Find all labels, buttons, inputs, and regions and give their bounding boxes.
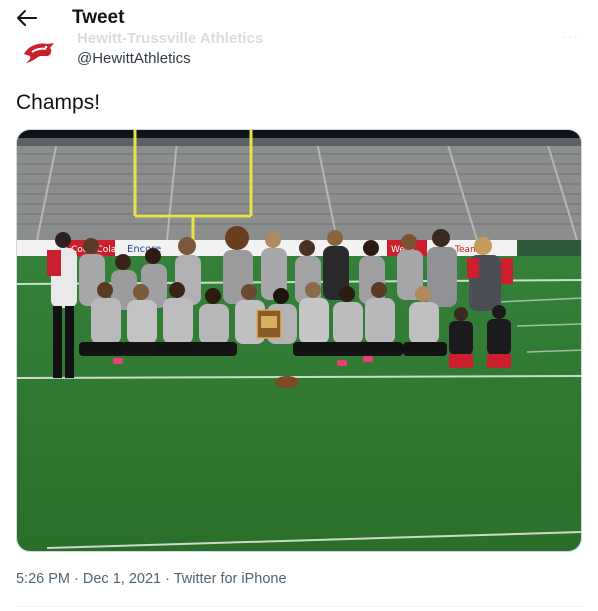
husky-logo-icon <box>24 43 54 63</box>
team-photo-image: Coca-Cola Encore Wells Team <box>17 130 581 551</box>
tweet-source[interactable]: Twitter for iPhone <box>174 571 287 587</box>
page-title: Tweet <box>72 7 125 28</box>
tweet-meta: 5:26 PM · Dec 1, 2021 · Twitter for iPho… <box>16 571 287 587</box>
tweet-date[interactable]: Dec 1, 2021 <box>83 571 161 587</box>
divider <box>16 606 582 607</box>
tweet-photo[interactable]: Coca-Cola Encore Wells Team <box>16 129 582 552</box>
tweet-text: Champs! <box>16 91 101 114</box>
avatar[interactable] <box>22 40 56 66</box>
back-button[interactable] <box>16 8 38 28</box>
arrow-left-icon <box>17 10 37 26</box>
author-display-name[interactable]: Hewitt-Trussville Athletics <box>77 30 263 47</box>
meta-separator: · <box>70 571 83 587</box>
tweet-time[interactable]: 5:26 PM <box>16 571 70 587</box>
meta-separator: · <box>161 571 174 587</box>
author-handle[interactable]: @HewittAthletics <box>77 50 191 67</box>
more-dots-icon[interactable]: ··· <box>562 28 579 44</box>
